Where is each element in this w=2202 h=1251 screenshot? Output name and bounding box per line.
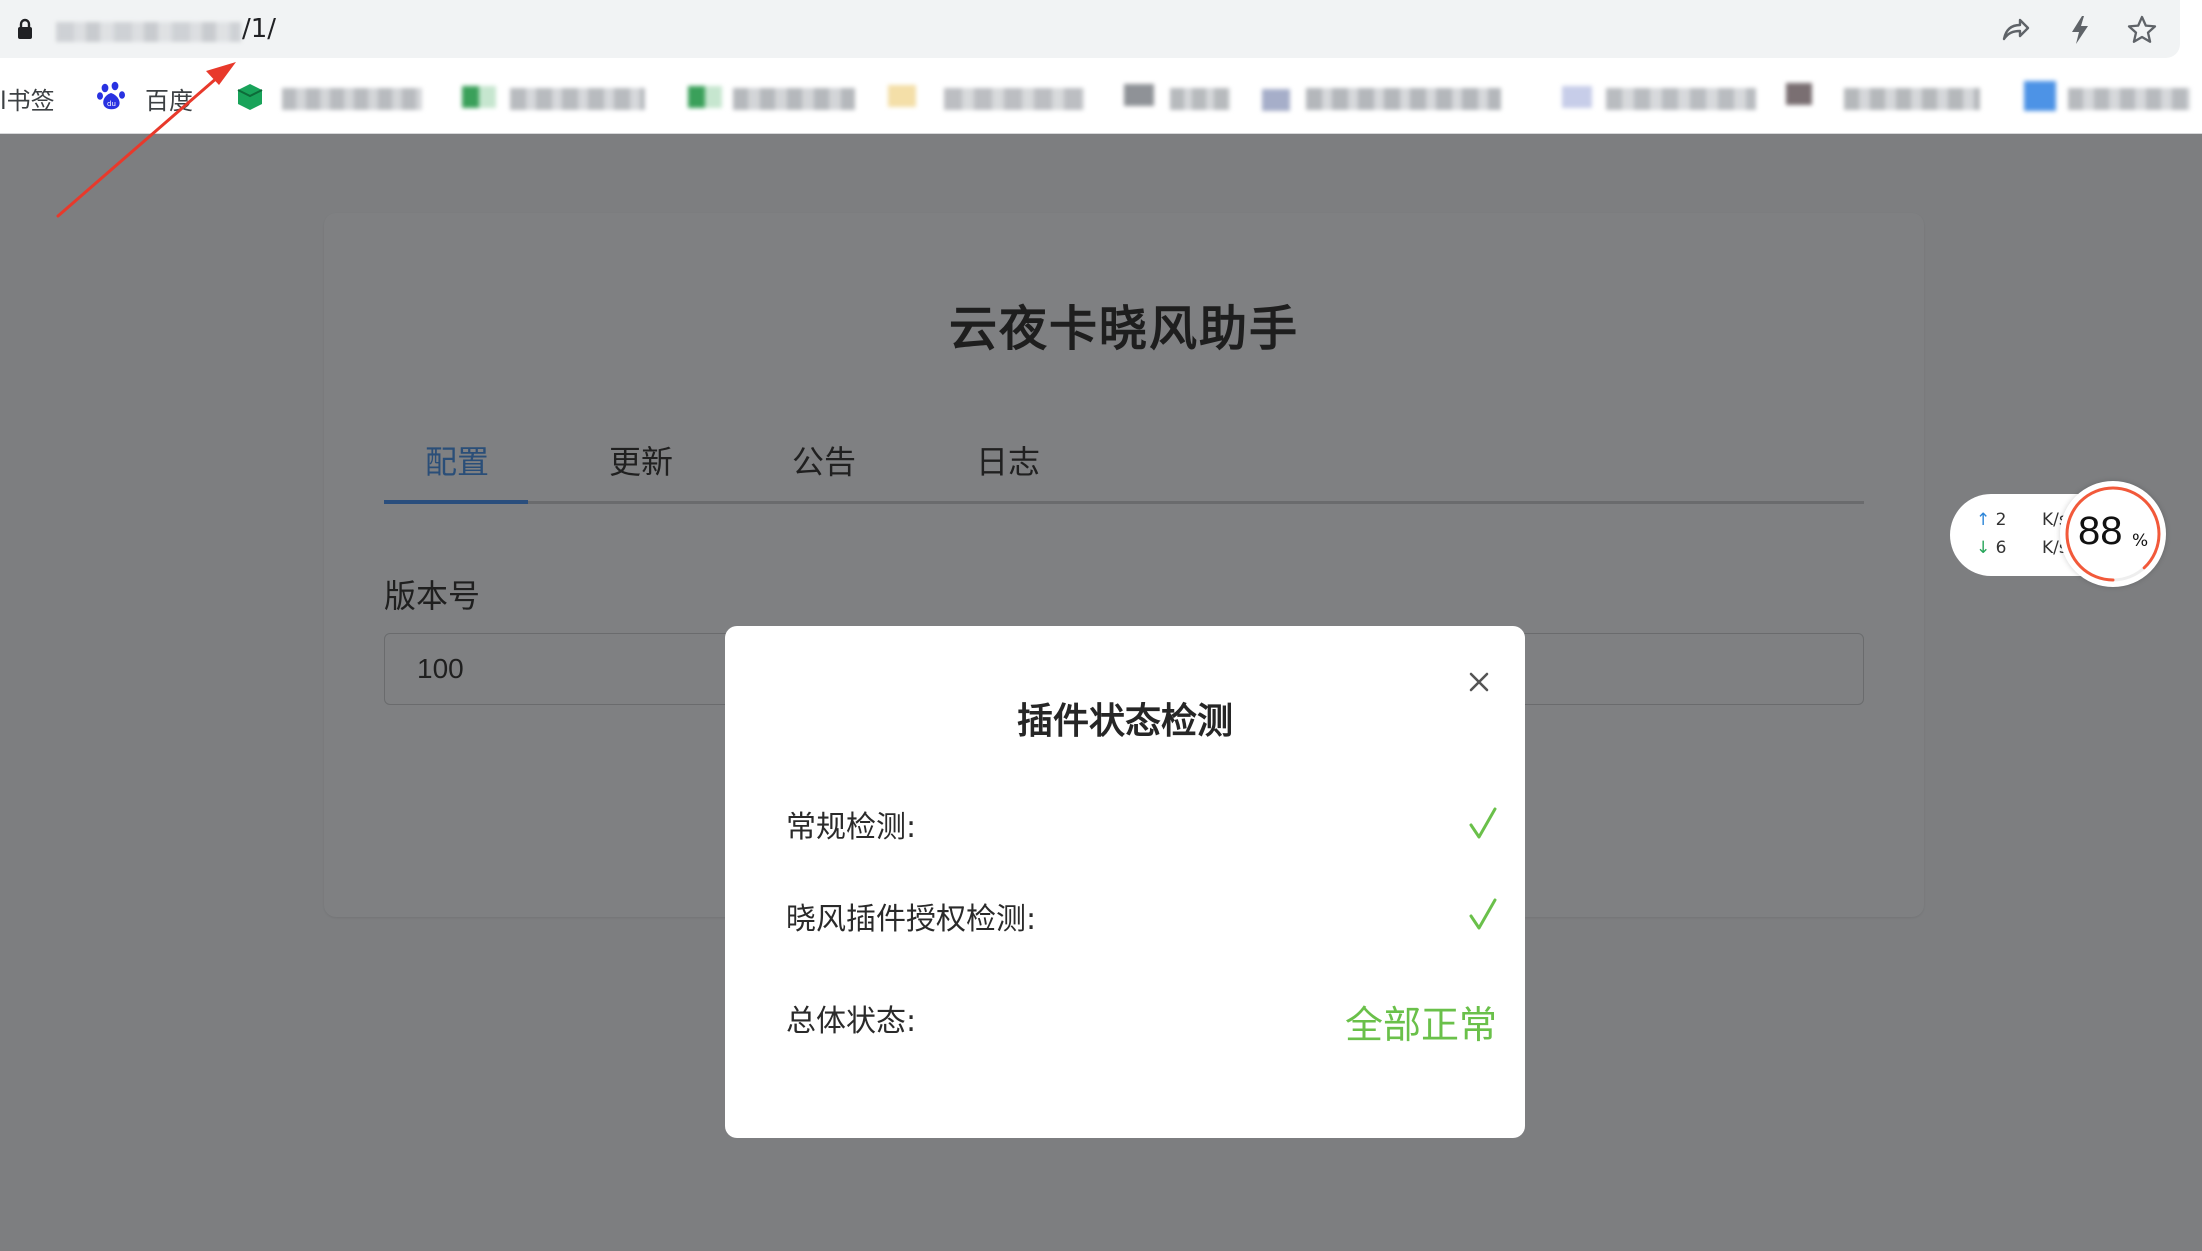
tab-config[interactable]: 配置 [425, 437, 489, 483]
page-title: 云夜卡晓风助手 [948, 301, 1299, 357]
active-tab-indicator [384, 500, 528, 504]
lightning-icon[interactable] [2063, 13, 2097, 47]
check-icon [1469, 898, 1497, 930]
check-icon [1469, 807, 1497, 839]
download-speed: ↓ 6 K/s [1976, 538, 2068, 558]
bookmark-icon-redacted [1124, 84, 1154, 106]
green-cube-icon [237, 84, 263, 110]
overall-status-value: 全部正常 [1344, 1003, 1497, 1047]
arrow-up-icon: ↑ [1976, 510, 1991, 530]
url-host-redacted [56, 22, 241, 42]
bookmark-star-icon[interactable] [2125, 13, 2159, 47]
bookmark-icon-redacted [1562, 86, 1592, 108]
browser-address-bar: /1/ [0, 0, 2202, 61]
omnibox[interactable]: /1/ [0, 0, 2180, 58]
overall-status-label: 总体状态: [786, 1004, 917, 1039]
plugin-status-dialog: 插件状态检测 常规检测: 晓风插件授权检测: 总体状态: 全部正常 [725, 626, 1525, 1138]
bookmark-icon-redacted [1262, 89, 1290, 111]
tab-update[interactable]: 更新 [609, 437, 673, 483]
tabs-divider [384, 501, 1864, 504]
bookmark-baidu[interactable]: 百度 [145, 81, 193, 116]
bookmark-redacted[interactable] [2068, 88, 2190, 110]
regular-check-label: 常规检测: [786, 810, 917, 845]
bookmark-redacted[interactable] [282, 88, 422, 110]
tab-announcement[interactable]: 公告 [792, 437, 856, 483]
download-speed-value: 6 [1995, 538, 2007, 558]
bookmarks-bar: l书签 du 百度 [0, 61, 2202, 134]
memory-usage-gauge[interactable]: 88 % [2060, 481, 2166, 587]
bookmark-redacted[interactable] [1844, 88, 1980, 110]
gauge-value: 88 [2078, 509, 2123, 553]
bookmark-redacted[interactable] [1170, 88, 1230, 110]
bookmark-icon-redacted [888, 85, 916, 107]
upload-speed: ↑ 2 K/s [1976, 510, 2068, 530]
share-icon[interactable] [1998, 13, 2032, 47]
url-path[interactable]: /1/ [242, 14, 276, 44]
arrow-down-icon: ↓ [1976, 538, 1991, 558]
bookmark-redacted[interactable] [1606, 88, 1756, 110]
bookmark-icon-redacted [462, 86, 496, 108]
bookmark-redacted[interactable] [944, 88, 1084, 110]
bookmark-redacted[interactable] [733, 88, 855, 110]
tab-log[interactable]: 日志 [976, 437, 1040, 483]
close-icon[interactable] [1467, 670, 1491, 694]
bookmark-redacted[interactable] [1306, 88, 1501, 110]
baidu-paw-icon: du [97, 81, 125, 110]
dialog-title: 插件状态检测 [1016, 701, 1233, 742]
bookmark-icon-redacted [688, 86, 722, 108]
gauge-unit: % [2132, 531, 2149, 551]
bookmark-icon-redacted [1786, 83, 1812, 105]
upload-speed-value: 2 [1995, 510, 2007, 530]
svg-text:du: du [107, 100, 116, 108]
bookmark-icon-redacted [2024, 81, 2056, 111]
bookmark-folder-label[interactable]: l书签 [0, 81, 55, 116]
lock-icon [18, 18, 32, 39]
bookmark-redacted[interactable] [510, 88, 645, 110]
license-check-label: 晓风插件授权检测: [786, 902, 1037, 937]
version-label: 版本号 [384, 577, 481, 615]
